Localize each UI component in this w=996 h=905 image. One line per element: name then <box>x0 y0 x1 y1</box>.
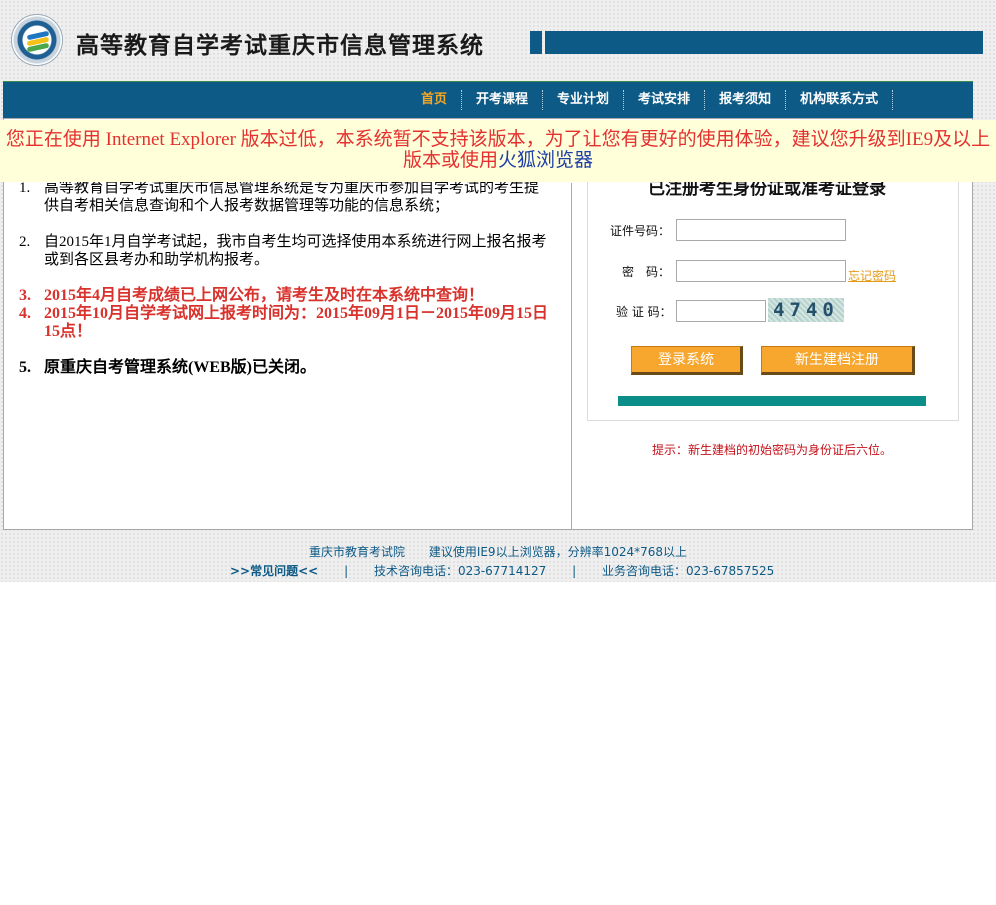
nav-registration-guide[interactable]: 报考须知 <box>705 90 787 110</box>
column-divider <box>571 183 572 530</box>
main-nav: 首页 开考课程 专业计划 考试安排 报考须知 机构联系方式 <box>3 81 973 118</box>
footer-browser-tip: 建议使用IE9以上浏览器，分辨率1024*768以上 <box>428 545 688 559</box>
nav-home[interactable]: 首页 <box>407 90 463 110</box>
notice-list: 1. 高等教育自学考试重庆市信息管理系统是专为重庆市参加自学考试的考生提供自考相… <box>19 179 549 377</box>
list-item: 2. 自2015年1月自学考试起，我市自考生均可选择使用本系统进行网上报名报考或… <box>19 234 547 268</box>
exam-logo-icon <box>11 14 63 66</box>
list-item: 4. 2015年10月自学考试网上报考时间为：2015年09月1日－2015年0… <box>19 305 549 340</box>
login-hint: 提示：新生建档的初始密码为身份证后六位。 <box>652 443 893 457</box>
site-title: 高等教育自学考试重庆市信息管理系统 <box>76 33 484 59</box>
password-label: 密 码： <box>622 265 671 279</box>
password-input[interactable] <box>676 260 846 282</box>
tech-phone: 技术咨询电话：023-67714127 <box>373 564 547 578</box>
teal-divider-bar <box>618 396 926 406</box>
footer-contacts: >>常见问题<< | 技术咨询电话：023-67714127 | 业务咨询电话：… <box>230 562 774 579</box>
captcha-image[interactable]: 4740 <box>768 298 844 322</box>
captcha-input[interactable] <box>676 300 766 322</box>
nav-major-plan[interactable]: 专业计划 <box>543 90 625 110</box>
list-item: 1. 高等教育自学考试重庆市信息管理系统是专为重庆市参加自学考试的考生提供自考相… <box>19 180 540 214</box>
login-box: 已注册考生身份证或准考证登录 证件号码： 密 码： 忘记密码 验 证 码： 47… <box>587 173 959 421</box>
biz-phone: 业务咨询电话：023-67857525 <box>601 564 775 578</box>
id-label: 证件号码： <box>610 224 671 238</box>
title-bar <box>545 31 983 54</box>
captcha-label: 验 证 码： <box>616 305 672 319</box>
nav-contacts[interactable]: 机构联系方式 <box>786 90 894 110</box>
forgot-password-link[interactable]: 忘记密码 <box>848 267 896 284</box>
footer-info: 重庆市教育考试院 建议使用IE9以上浏览器，分辨率1024*768以上 <box>0 543 996 560</box>
footer-separator: | <box>344 564 349 578</box>
footer-org: 重庆市教育考试院 <box>308 545 405 559</box>
title-bar-accent <box>530 31 542 54</box>
header: 高等教育自学考试重庆市信息管理系统 <box>0 0 996 80</box>
footer-separator: | <box>572 564 577 578</box>
nav-courses[interactable]: 开考课程 <box>462 90 544 110</box>
list-item: 5. 原重庆自考管理系统(WEB版)已关闭。 <box>19 359 317 376</box>
nav-exam-schedule[interactable]: 考试安排 <box>624 90 706 110</box>
faq-link[interactable]: >>常见问题<< <box>230 564 318 578</box>
firefox-link[interactable]: 火狐浏览器 <box>498 150 593 171</box>
id-number-input[interactable] <box>676 219 846 241</box>
ie-warning-banner: 您正在使用 Internet Explorer 版本过低，本系统暂不支持该版本，… <box>0 120 996 182</box>
register-button[interactable]: 新生建档注册 <box>761 346 915 375</box>
list-item: 3. 2015年4月自考成绩已上网公布，请考生及时在本系统中查询！ <box>19 287 485 304</box>
login-button[interactable]: 登录系统 <box>631 346 743 375</box>
